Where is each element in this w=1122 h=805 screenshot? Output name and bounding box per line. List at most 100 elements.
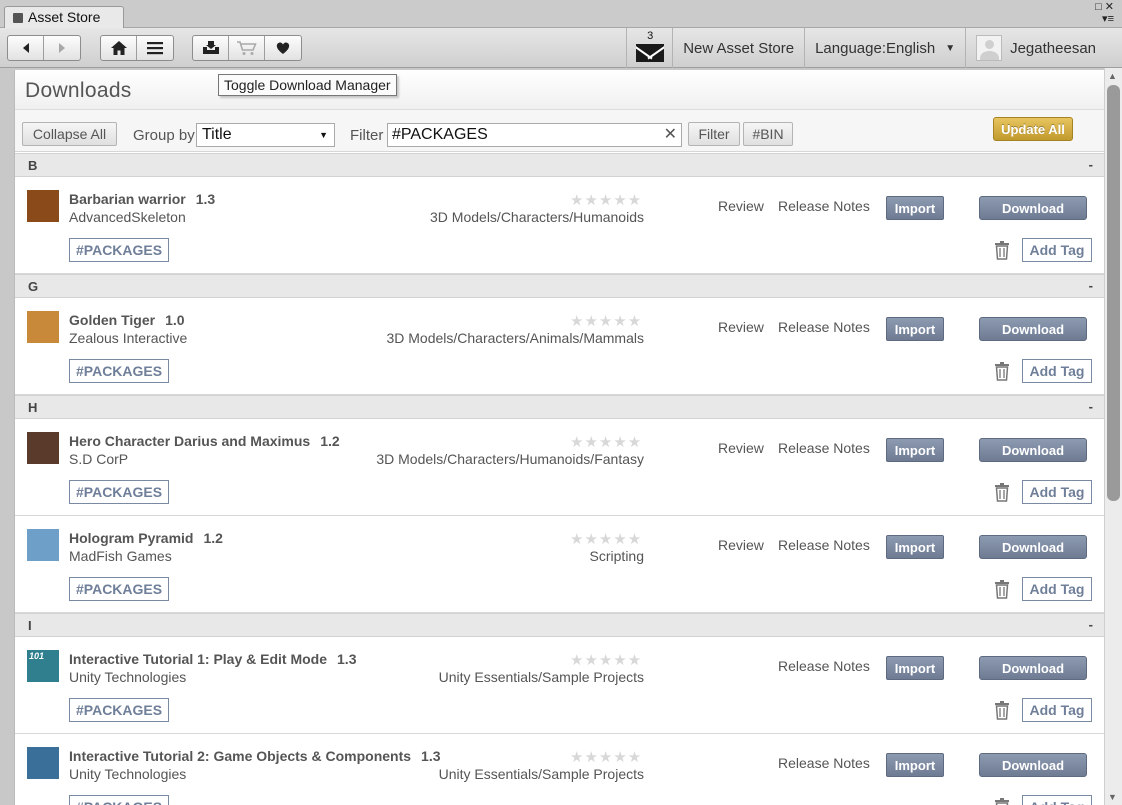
package-title[interactable]: Interactive Tutorial 2: Game Objects & C… — [69, 748, 441, 764]
download-button[interactable]: Download — [979, 753, 1087, 777]
wishlist-button[interactable] — [265, 36, 301, 60]
update-all-button[interactable]: Update All — [993, 117, 1073, 141]
review-link[interactable]: Review — [718, 319, 764, 335]
scroll-up-icon[interactable]: ▲ — [1108, 71, 1117, 81]
window-tab-asset-store[interactable]: Asset Store — [4, 6, 124, 28]
download-button[interactable]: Download — [979, 317, 1087, 341]
collapse-section-toggle[interactable]: - — [1089, 617, 1093, 632]
home-button[interactable] — [101, 36, 137, 60]
package-thumbnail[interactable]: 101 — [27, 650, 59, 682]
import-button[interactable]: Import — [886, 196, 944, 220]
package-tag[interactable]: #PACKAGES — [69, 480, 170, 504]
menu-button[interactable] — [137, 36, 173, 60]
release-notes-link[interactable]: Release Notes — [778, 537, 870, 553]
add-tag-button[interactable]: Add Tag — [1022, 238, 1092, 262]
add-tag-button[interactable]: Add Tag — [1022, 359, 1092, 383]
package-title[interactable]: Interactive Tutorial 1: Play & Edit Mode… — [69, 651, 356, 667]
package-tag[interactable]: #PACKAGES — [69, 795, 170, 805]
new-asset-store-link[interactable]: New Asset Store — [672, 28, 804, 68]
package-category[interactable]: 3D Models/Characters/Humanoids — [430, 209, 644, 225]
package-thumbnail[interactable] — [27, 747, 59, 779]
package-title[interactable]: Barbarian warrior 1.3 — [69, 191, 215, 207]
package-tag[interactable]: #PACKAGES — [69, 359, 170, 383]
package-publisher[interactable]: Unity Technologies — [69, 669, 186, 685]
filter-button[interactable]: Filter — [688, 122, 740, 146]
filter-input[interactable]: #PACKAGES ✕ — [387, 123, 682, 147]
collapse-all-button[interactable]: Collapse All — [22, 122, 117, 146]
collapse-section-toggle[interactable]: - — [1089, 157, 1093, 172]
download-button[interactable]: Download — [979, 196, 1087, 220]
section-header-i[interactable]: I- — [15, 613, 1104, 637]
package-publisher[interactable]: MadFish Games — [69, 548, 172, 564]
group-by-select[interactable]: Title ▼ — [196, 123, 335, 147]
trash-icon[interactable] — [992, 482, 1012, 502]
package-publisher[interactable]: AdvancedSkeleton — [69, 209, 186, 225]
review-link[interactable]: Review — [718, 440, 764, 456]
import-button[interactable]: Import — [886, 535, 944, 559]
user-menu[interactable]: Jegatheesan — [965, 28, 1122, 68]
package-category[interactable]: 3D Models/Characters/Animals/Mammals — [386, 330, 644, 346]
release-notes-link[interactable]: Release Notes — [778, 319, 870, 335]
trash-icon[interactable] — [992, 240, 1012, 260]
review-link[interactable]: Review — [718, 537, 764, 553]
package-name: Interactive Tutorial 2: Game Objects & C… — [69, 748, 412, 764]
add-tag-button[interactable]: Add Tag — [1022, 577, 1092, 601]
vertical-scrollbar[interactable]: ▲ ▼ — [1104, 68, 1122, 805]
package-thumbnail[interactable] — [27, 311, 59, 343]
maximize-window-icon[interactable]: □ ✕ — [1095, 1, 1114, 13]
package-publisher[interactable]: Zealous Interactive — [69, 330, 187, 346]
section-header-h[interactable]: H- — [15, 395, 1104, 419]
language-dropdown[interactable]: Language:English ▼ — [804, 28, 965, 68]
package-publisher[interactable]: Unity Technologies — [69, 766, 186, 782]
clear-filter-icon[interactable]: ✕ — [664, 124, 677, 146]
cart-button[interactable] — [229, 36, 265, 60]
mail-button[interactable]: 3 — [626, 28, 672, 68]
scroll-down-icon[interactable]: ▼ — [1108, 792, 1117, 802]
package-publisher[interactable]: S.D CorP — [69, 451, 128, 467]
release-notes-link[interactable]: Release Notes — [778, 440, 870, 456]
add-tag-button[interactable]: Add Tag — [1022, 698, 1092, 722]
section-letter: G — [28, 279, 39, 294]
package-title[interactable]: Hologram Pyramid 1.2 — [69, 530, 223, 546]
package-name: Hologram Pyramid — [69, 530, 194, 546]
forward-button[interactable] — [44, 36, 80, 60]
package-tag[interactable]: #PACKAGES — [69, 577, 170, 601]
package-tag[interactable]: #PACKAGES — [69, 238, 170, 262]
package-title[interactable]: Hero Character Darius and Maximus 1.2 — [69, 433, 340, 449]
import-button[interactable]: Import — [886, 753, 944, 777]
section-header-b[interactable]: B- — [15, 153, 1104, 177]
back-button[interactable] — [8, 36, 44, 60]
bin-button[interactable]: #BIN — [743, 122, 793, 146]
trash-icon[interactable] — [992, 579, 1012, 599]
release-notes-link[interactable]: Release Notes — [778, 755, 870, 771]
scrollbar-thumb[interactable] — [1107, 85, 1120, 501]
import-button[interactable]: Import — [886, 438, 944, 462]
add-tag-button[interactable]: Add Tag — [1022, 480, 1092, 504]
toggle-download-manager-button[interactable] — [193, 36, 229, 60]
package-tag[interactable]: #PACKAGES — [69, 698, 170, 722]
collapse-section-toggle[interactable]: - — [1089, 278, 1093, 293]
trash-icon[interactable] — [992, 700, 1012, 720]
trash-icon[interactable] — [992, 361, 1012, 381]
add-tag-button[interactable]: Add Tag — [1022, 795, 1092, 805]
package-category[interactable]: Unity Essentials/Sample Projects — [439, 669, 644, 685]
release-notes-link[interactable]: Release Notes — [778, 658, 870, 674]
section-header-g[interactable]: G- — [15, 274, 1104, 298]
collapse-section-toggle[interactable]: - — [1089, 399, 1093, 414]
package-thumbnail[interactable] — [27, 432, 59, 464]
package-category[interactable]: Scripting — [590, 548, 644, 564]
trash-icon[interactable] — [992, 797, 1012, 805]
package-thumbnail[interactable] — [27, 529, 59, 561]
window-options-icon[interactable]: ▾≡ — [1095, 13, 1114, 25]
package-category[interactable]: Unity Essentials/Sample Projects — [439, 766, 644, 782]
download-button[interactable]: Download — [979, 656, 1087, 680]
review-link[interactable]: Review — [718, 198, 764, 214]
import-button[interactable]: Import — [886, 317, 944, 341]
download-button[interactable]: Download — [979, 535, 1087, 559]
package-category[interactable]: 3D Models/Characters/Humanoids/Fantasy — [376, 451, 644, 467]
package-title[interactable]: Golden Tiger 1.0 — [69, 312, 185, 328]
package-thumbnail[interactable] — [27, 190, 59, 222]
release-notes-link[interactable]: Release Notes — [778, 198, 870, 214]
import-button[interactable]: Import — [886, 656, 944, 680]
download-button[interactable]: Download — [979, 438, 1087, 462]
